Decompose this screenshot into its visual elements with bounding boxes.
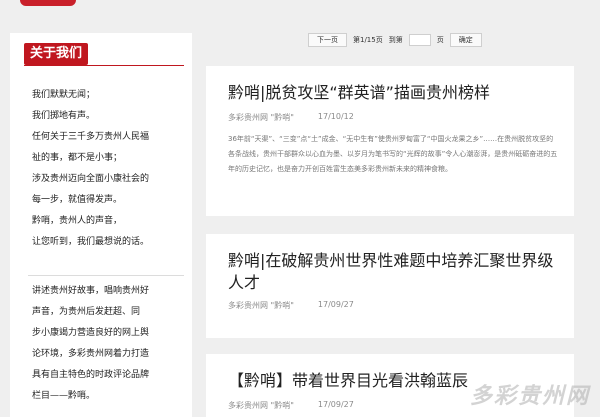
about-intro-line: 让您听到，我们最想说的话。 xyxy=(32,237,150,247)
about-mission-line: 步小康竭力营造良好的网上舆 xyxy=(32,328,150,338)
about-mission-line: 栏目——黔哨。 xyxy=(32,391,96,401)
watermark-text: 多彩贵州网 xyxy=(470,383,591,409)
article-meta: 多彩贵州网 "黔哨" 17/10/12 xyxy=(228,112,354,123)
about-mission: 讲述贵州好故事，唱响贵州好 声音，为贵州后发赶超、同 步小康竭力营造良好的网上舆… xyxy=(32,281,184,407)
about-divider xyxy=(28,275,184,276)
about-mission-line: 论环境，多彩贵州网着力打造 xyxy=(32,349,150,359)
article-date: 17/10/12 xyxy=(317,112,354,121)
about-mission-line: 声音，为贵州后发赶超、同 xyxy=(32,307,141,317)
about-sidebar: 关于我们 我们默默无闻； 我们掷地有声。 任何关于三千多万贵州人民福 祉的事，都… xyxy=(10,33,192,417)
about-intro-line: 黔哨，贵州人的声音， xyxy=(32,216,123,226)
about-mission-line: 讲述贵州好故事，唱响贵州好 xyxy=(32,286,150,296)
article-source: 多彩贵州网 "黔哨" xyxy=(228,113,294,122)
confirm-page-button[interactable]: 确定 xyxy=(449,33,482,47)
about-intro-line: 每一步，就值得发声。 xyxy=(32,195,123,205)
page-indicator: 第1/15页 xyxy=(353,36,383,44)
about-intro: 我们默默无闻； 我们掷地有声。 任何关于三千多万贵州人民福 祉的事，都不是小事；… xyxy=(32,85,184,253)
about-intro-line: 任何关于三千多万贵州人民福 xyxy=(32,132,150,142)
page-unit-label: 页 xyxy=(436,36,444,44)
pagination: 下一页 第1/15页 到第 页 确定 xyxy=(308,33,482,47)
article-date: 17/09/27 xyxy=(317,300,354,309)
article-title[interactable]: 黔哨|在破解贵州世界性难题中培养汇聚世界级人才 xyxy=(228,250,558,294)
article-source: 多彩贵州网 "黔哨" xyxy=(228,401,294,410)
article-card[interactable]: 黔哨|在破解贵州世界性难题中培养汇聚世界级人才 多彩贵州网 "黔哨" 17/09… xyxy=(206,234,574,338)
about-us-heading: 关于我们 xyxy=(24,43,89,65)
article-summary: 36年前“天渠”、“三变”点“土”成金、“无中生有”使贵州罗甸富了“中国火龙果之… xyxy=(228,135,558,173)
top-strip xyxy=(0,0,600,12)
about-intro-line: 涉及贵州迈向全面小康社会的 xyxy=(32,174,150,184)
article-card[interactable]: 黔哨|脱贫攻坚“群英谱”描画贵州榜样 多彩贵州网 "黔哨" 17/10/12 3… xyxy=(206,66,574,216)
site-logo[interactable] xyxy=(20,0,76,6)
goto-label: 到第 xyxy=(388,36,403,44)
article-meta: 多彩贵州网 "黔哨" 17/09/27 xyxy=(228,400,354,411)
about-heading-rule xyxy=(24,65,184,66)
article-title[interactable]: 黔哨|脱贫攻坚“群英谱”描画贵州榜样 xyxy=(228,82,558,104)
next-page-button[interactable]: 下一页 xyxy=(308,33,347,47)
about-mission-line: 具有自主特色的时政评论品牌 xyxy=(32,370,150,380)
article-meta: 多彩贵州网 "黔哨" 17/09/27 xyxy=(228,300,354,311)
article-source: 多彩贵州网 "黔哨" xyxy=(228,301,294,310)
page-number-input[interactable] xyxy=(408,34,431,46)
about-intro-line: 祉的事，都不是小事； xyxy=(32,153,123,163)
watermark-logo: 多彩贵州网 xyxy=(470,378,590,410)
about-intro-line: 我们掷地有声。 xyxy=(32,111,96,121)
about-intro-line: 我们默默无闻； xyxy=(32,90,96,100)
article-date: 17/09/27 xyxy=(317,400,354,409)
